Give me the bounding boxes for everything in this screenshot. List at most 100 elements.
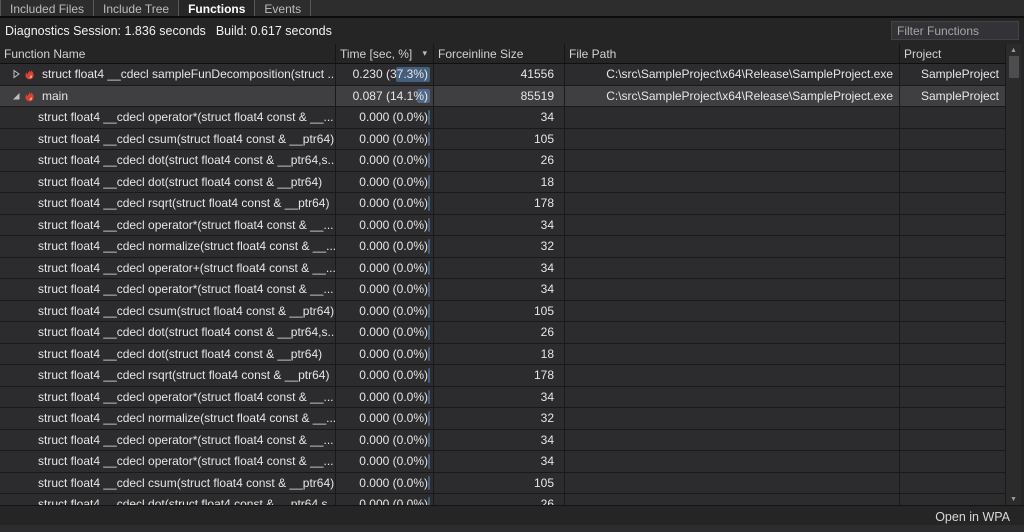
function-name-text: struct float4 __cdecl dot(struct float4 … (38, 174, 323, 189)
tab-events[interactable]: Events (255, 0, 312, 16)
table-row[interactable]: struct float4 __cdecl csum(struct float4… (0, 472, 1005, 494)
forceinline-size-cell: 178 (434, 365, 565, 386)
table-row[interactable]: struct float4 __cdecl dot(struct float4 … (0, 171, 1005, 193)
diagnostics-session-text: Diagnostics Session: 1.836 seconds (5, 24, 206, 38)
time-cell: 0.000 (0.0%) (336, 494, 434, 505)
project-cell (900, 279, 1005, 300)
file-path-cell (565, 300, 900, 321)
function-name-text: struct float4 __cdecl dot(struct float4 … (38, 497, 336, 505)
function-name-text: struct float4 __cdecl csum(struct float4… (38, 303, 335, 318)
time-percent-bar (428, 432, 430, 447)
scroll-down-icon[interactable]: ▼ (1006, 493, 1021, 505)
time-percent-bar (428, 153, 430, 168)
table-row[interactable]: struct float4 __cdecl operator*(struct f… (0, 386, 1005, 408)
table-row[interactable]: struct float4 __cdecl dot(struct float4 … (0, 322, 1005, 344)
table-row[interactable]: struct float4 __cdecl normalize(struct f… (0, 236, 1005, 258)
time-percent-bar (428, 174, 430, 189)
function-name-text: struct float4 __cdecl operator*(struct f… (38, 432, 334, 447)
table-row[interactable]: struct float4 __cdecl operator*(struct f… (0, 107, 1005, 129)
table-row[interactable]: struct float4 __cdecl dot(struct float4 … (0, 150, 1005, 172)
file-path-cell (565, 171, 900, 192)
scrollbar-thumb[interactable] (1008, 56, 1019, 78)
table-row[interactable]: struct float4 __cdecl csum(struct float4… (0, 128, 1005, 150)
column-header-forceinline-size[interactable]: Forceinline Size (434, 44, 565, 63)
table-row[interactable]: struct float4 __cdecl rsqrt(struct float… (0, 365, 1005, 387)
time-text: 0.000 (0.0%) (359, 497, 428, 505)
time-percent-bar (428, 239, 430, 254)
vertical-scrollbar[interactable]: ▲ ▼ (1005, 44, 1021, 505)
table-row[interactable]: struct float4 __cdecl operator*(struct f… (0, 451, 1005, 473)
column-header-time[interactable]: Time [sec, %] ▾ (336, 44, 434, 63)
file-path-cell (565, 451, 900, 472)
project-cell (900, 344, 1005, 365)
function-name-text: main (42, 88, 69, 103)
tab-include-tree[interactable]: Include Tree (94, 0, 180, 16)
session-toolbar: Diagnostics Session: 1.836 seconds Build… (0, 18, 1024, 44)
table-row[interactable]: struct float4 __cdecl dot(struct float4 … (0, 494, 1005, 505)
time-percent-bar (428, 325, 430, 340)
file-path-cell (565, 257, 900, 278)
time-cell: 0.230 (37.3%) (336, 64, 434, 85)
table-row[interactable]: main 0.087 (14.1%) 85519 C:\src\SamplePr… (0, 85, 1005, 107)
time-cell: 0.000 (0.0%) (336, 257, 434, 278)
table-row[interactable]: struct float4 __cdecl normalize(struct f… (0, 408, 1005, 430)
table-row[interactable]: struct float4 __cdecl operator*(struct f… (0, 429, 1005, 451)
expander-expanded-icon[interactable] (8, 91, 23, 101)
tab-included-files[interactable]: Included Files (0, 0, 95, 16)
open-in-wpa-link[interactable]: Open in WPA (935, 510, 1010, 524)
table-row[interactable]: struct float4 __cdecl dot(struct float4 … (0, 343, 1005, 365)
time-percent-bar (428, 497, 430, 505)
horizontal-scrollbar[interactable] (0, 525, 1024, 532)
project-cell (900, 451, 1005, 472)
forceinline-size-cell: 34 (434, 279, 565, 300)
function-name-cell: struct float4 __cdecl operator*(struct f… (0, 214, 336, 235)
tab-functions[interactable]: Functions (179, 0, 256, 16)
forceinline-size-cell: 32 (434, 236, 565, 257)
column-header-file-path[interactable]: File Path (565, 44, 900, 63)
time-cell: 0.000 (0.0%) (336, 171, 434, 192)
function-name-text: struct float4 __cdecl normalize(struct f… (38, 411, 336, 426)
forceinline-size-cell: 34 (434, 257, 565, 278)
forceinline-size-cell: 18 (434, 171, 565, 192)
time-text: 0.000 (0.0%) (359, 196, 428, 211)
time-percent-bar (428, 282, 430, 297)
function-name-cell: struct float4 __cdecl operator*(struct f… (0, 107, 336, 128)
column-header-function-name[interactable]: Function Name (0, 44, 336, 63)
time-text: 0.230 (37.3%) (352, 67, 428, 82)
expander-collapsed-icon[interactable] (8, 69, 23, 79)
table-row[interactable]: struct float4 __cdecl operator+(struct f… (0, 257, 1005, 279)
file-path-cell: C:\src\SampleProject\x64\Release\SampleP… (565, 85, 900, 106)
time-text: 0.000 (0.0%) (359, 239, 428, 254)
project-cell (900, 215, 1005, 236)
time-percent-bar (428, 260, 430, 275)
function-name-text: struct float4 __cdecl csum(struct float4… (38, 475, 335, 490)
time-cell: 0.000 (0.0%) (336, 365, 434, 386)
forceinline-size-cell: 34 (434, 107, 565, 128)
function-name-cell: struct float4 __cdecl operator*(struct f… (0, 429, 336, 450)
column-header-project[interactable]: Project (900, 44, 1005, 63)
footer-bar: Open in WPA (0, 505, 1024, 532)
function-name-text: struct float4 __cdecl operator*(struct f… (38, 454, 334, 469)
table-row[interactable]: struct float4 __cdecl rsqrt(struct float… (0, 193, 1005, 215)
time-cell: 0.000 (0.0%) (336, 322, 434, 343)
filter-functions-input[interactable] (891, 21, 1019, 40)
table-row[interactable]: struct float4 __cdecl csum(struct float4… (0, 300, 1005, 322)
file-path-cell (565, 214, 900, 235)
function-name-cell: struct float4 __cdecl csum(struct float4… (0, 128, 336, 149)
function-name-cell: struct float4 __cdecl dot(struct float4 … (0, 343, 336, 364)
sort-descending-icon[interactable]: ▾ (422, 48, 427, 59)
time-percent-bar (428, 217, 430, 232)
table-row[interactable]: struct float4 __cdecl operator*(struct f… (0, 214, 1005, 236)
table-row[interactable]: struct float4 __cdecl sampleFunDecomposi… (0, 64, 1005, 86)
function-name-text: struct float4 __cdecl dot(struct float4 … (38, 153, 336, 168)
function-name-text: struct float4 __cdecl rsqrt(struct float… (38, 196, 330, 211)
function-name-cell: struct float4 __cdecl csum(struct float4… (0, 300, 336, 321)
time-cell: 0.000 (0.0%) (336, 193, 434, 214)
table-row[interactable]: struct float4 __cdecl operator*(struct f… (0, 279, 1005, 301)
time-text: 0.000 (0.0%) (359, 346, 428, 361)
file-path-cell: C:\src\SampleProject\x64\Release\SampleP… (565, 64, 900, 85)
function-name-text: struct float4 __cdecl operator*(struct f… (38, 389, 334, 404)
time-text: 0.000 (0.0%) (359, 303, 428, 318)
scroll-up-icon[interactable]: ▲ (1006, 44, 1021, 56)
file-path-cell (565, 365, 900, 386)
